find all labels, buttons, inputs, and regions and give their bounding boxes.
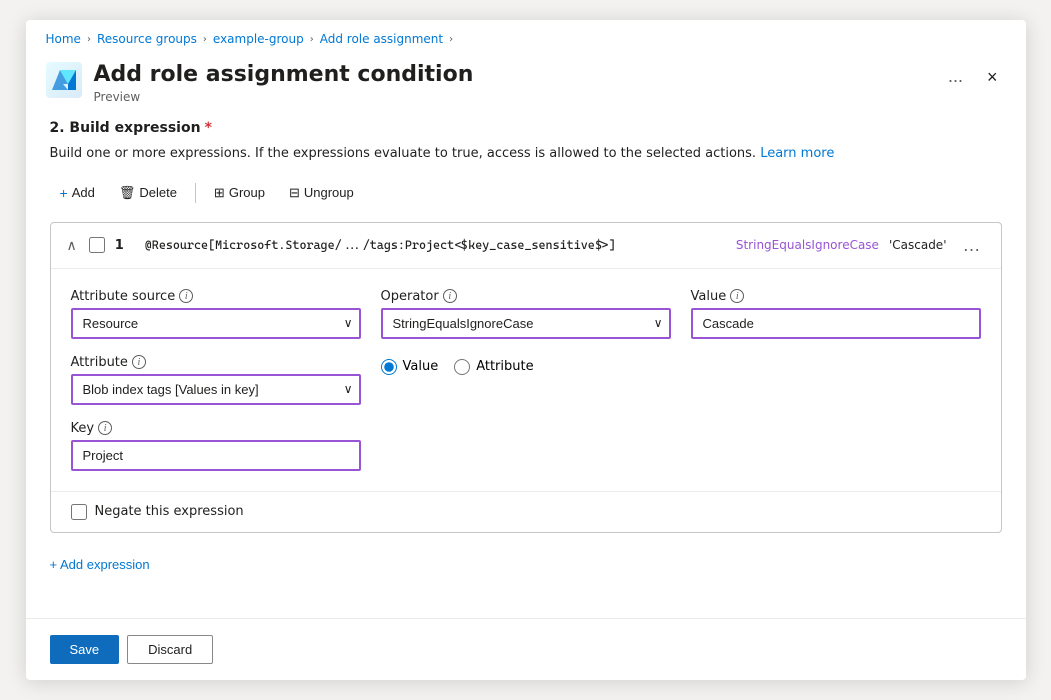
operator-label: Operator i xyxy=(381,289,671,304)
breadcrumb-add-role[interactable]: Add role assignment xyxy=(320,32,443,46)
value-label: Value i xyxy=(691,289,981,304)
attribute-source-select[interactable]: Resource Environment Principal xyxy=(71,308,361,339)
breadcrumb-chevron-4: › xyxy=(449,34,453,45)
form-col-middle: Operator i StringEqualsIgnoreCase String… xyxy=(381,289,671,471)
breadcrumb-resource-groups[interactable]: Resource groups xyxy=(97,32,197,46)
form-col-left: Attribute source i Resource Environment … xyxy=(71,289,361,471)
key-field: Key i xyxy=(71,421,361,471)
value-input[interactable] xyxy=(691,308,981,339)
expression-header: ∧ 1 @Resource[Microsoft.Storage/.../tags… xyxy=(51,223,1001,269)
key-label: Key i xyxy=(71,421,361,436)
attribute-field: Attribute i Blob index tags [Values in k… xyxy=(71,355,361,405)
group-button[interactable]: ⊞ Group xyxy=(204,180,275,206)
radio-group-field: Value Attribute xyxy=(381,355,671,375)
attribute-info-icon[interactable]: i xyxy=(132,355,146,369)
section-title: 2. Build expression * xyxy=(50,120,1002,136)
radio-attribute-text: Attribute xyxy=(476,359,533,374)
breadcrumb-chevron-2: › xyxy=(203,34,207,45)
form-grid: Attribute source i Resource Environment … xyxy=(71,289,981,471)
operator-badge: StringEqualsIgnoreCase xyxy=(736,238,879,252)
dialog-footer: Save Discard xyxy=(26,618,1026,680)
radio-attribute-label[interactable]: Attribute xyxy=(454,359,533,375)
breadcrumb-example-group[interactable]: example-group xyxy=(213,32,304,46)
attribute-source-info-icon[interactable]: i xyxy=(179,289,193,303)
plus-icon: + xyxy=(60,185,68,201)
expression-code: @Resource[Microsoft.Storage/.../tags:Pro… xyxy=(145,238,726,252)
delete-button[interactable]: 🗑 Delete xyxy=(109,180,187,206)
content-area: 2. Build expression * Build one or more … xyxy=(26,120,1026,618)
negate-checkbox[interactable] xyxy=(71,504,87,520)
breadcrumb-home[interactable]: Home xyxy=(46,32,81,46)
radio-value-text: Value xyxy=(403,359,439,374)
discard-button[interactable]: Discard xyxy=(127,635,213,664)
toolbar-divider xyxy=(195,183,196,203)
learn-more-link[interactable]: Learn more xyxy=(760,146,834,161)
breadcrumb-chevron-1: › xyxy=(87,34,91,45)
ellipsis-button[interactable]: ... xyxy=(940,62,971,91)
operator-field: Operator i StringEqualsIgnoreCase String… xyxy=(381,289,671,339)
key-info-icon[interactable]: i xyxy=(98,421,112,435)
group-label: Group xyxy=(229,185,265,200)
operator-info-icon[interactable]: i xyxy=(443,289,457,303)
value-field: Value i xyxy=(691,289,981,339)
expression-body: Attribute source i Resource Environment … xyxy=(51,269,1001,491)
breadcrumb: Home › Resource groups › example-group ›… xyxy=(26,20,1026,54)
breadcrumb-chevron-3: › xyxy=(310,34,314,45)
collapse-button[interactable]: ∧ xyxy=(65,235,79,256)
azure-icon xyxy=(46,62,82,98)
value-info-icon[interactable]: i xyxy=(730,289,744,303)
add-expression-button[interactable]: + Add expression xyxy=(50,549,150,588)
page-header: Add role assignment condition Preview ..… xyxy=(26,54,1026,120)
expression-card-1: ∧ 1 @Resource[Microsoft.Storage/.../tags… xyxy=(50,222,1002,533)
negate-row: Negate this expression xyxy=(71,504,981,520)
expression-footer: Negate this expression xyxy=(51,491,1001,532)
delete-label: Delete xyxy=(139,185,177,200)
negate-label: Negate this expression xyxy=(95,504,244,519)
required-indicator: * xyxy=(205,120,212,136)
ungroup-button[interactable]: ⊟ Ungroup xyxy=(279,180,364,206)
save-button[interactable]: Save xyxy=(50,635,120,664)
radio-value-input[interactable] xyxy=(381,359,397,375)
dialog-container: Home › Resource groups › example-group ›… xyxy=(26,20,1026,680)
attribute-label: Attribute i xyxy=(71,355,361,370)
expression-value: 'Cascade' xyxy=(889,238,947,252)
header-left: Add role assignment condition Preview xyxy=(46,62,474,104)
attribute-select[interactable]: Blob index tags [Values in key] Blob ind… xyxy=(71,374,361,405)
preview-label: Preview xyxy=(94,90,474,104)
add-button[interactable]: + Add xyxy=(50,180,105,206)
radio-group: Value Attribute xyxy=(381,359,671,375)
operator-wrapper: StringEqualsIgnoreCase StringEquals Stri… xyxy=(381,308,671,339)
toolbar: + Add 🗑 Delete ⊞ Group ⊟ Ungroup xyxy=(50,180,1002,206)
title-group: Add role assignment condition Preview xyxy=(94,62,474,104)
attribute-source-wrapper: Resource Environment Principal ∨ xyxy=(71,308,361,339)
add-label: Add xyxy=(72,185,95,200)
page-title: Add role assignment condition xyxy=(94,62,474,88)
trash-icon: 🗑 xyxy=(119,185,136,201)
section-description: Build one or more expressions. If the ex… xyxy=(50,144,1002,164)
close-button[interactable]: × xyxy=(979,64,1006,90)
ungroup-icon: ⊟ xyxy=(289,185,300,201)
group-icon: ⊞ xyxy=(214,185,225,201)
attribute-source-field: Attribute source i Resource Environment … xyxy=(71,289,361,339)
attribute-source-label: Attribute source i xyxy=(71,289,361,304)
attribute-wrapper: Blob index tags [Values in key] Blob ind… xyxy=(71,374,361,405)
expression-number: 1 xyxy=(115,238,135,253)
expression-more-button[interactable]: … xyxy=(957,233,987,258)
form-col-right: Value i xyxy=(691,289,981,471)
key-input[interactable] xyxy=(71,440,361,471)
radio-attribute-input[interactable] xyxy=(454,359,470,375)
radio-value-label[interactable]: Value xyxy=(381,359,439,375)
ungroup-label: Ungroup xyxy=(304,185,354,200)
expression-checkbox[interactable] xyxy=(89,237,105,253)
operator-select[interactable]: StringEqualsIgnoreCase StringEquals Stri… xyxy=(381,308,671,339)
header-actions: ... × xyxy=(940,62,1006,91)
